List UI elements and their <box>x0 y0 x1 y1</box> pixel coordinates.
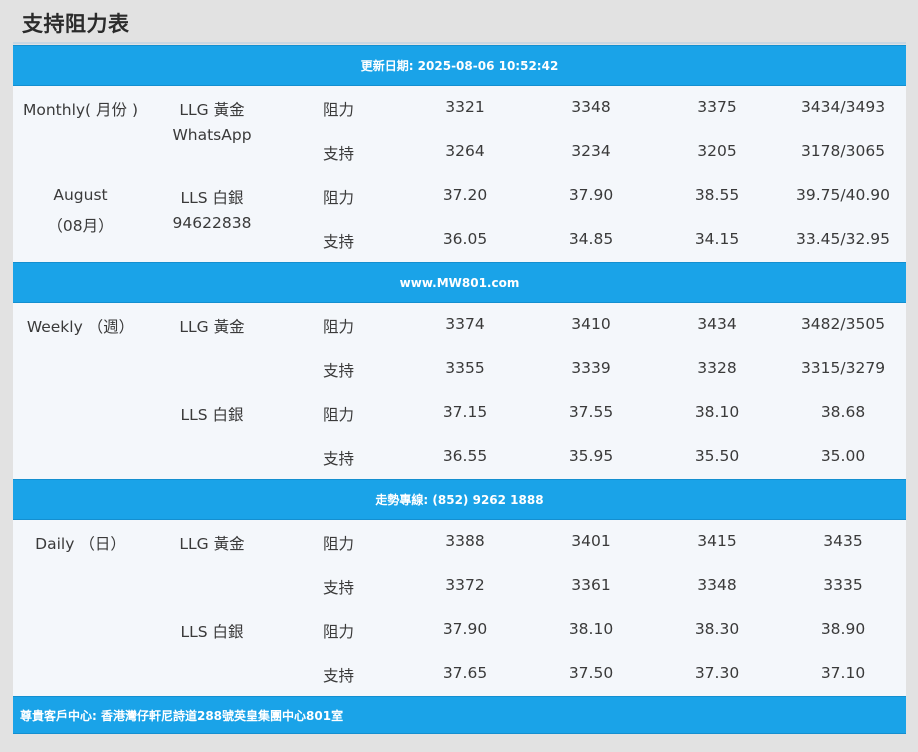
value-cell: 3372 <box>445 576 485 594</box>
row-type: 支持 <box>323 450 355 468</box>
value-cell: 3375 <box>697 98 737 116</box>
footer-address-bar: 尊貴客戶中心: 香港灣仔軒尼詩道288號英皇集團中心801室 <box>13 696 906 734</box>
hotline-bar: 走勢專線: (852) 9262 1888 <box>13 479 906 520</box>
row-type: 阻力 <box>323 535 355 553</box>
value-cell: 38.68 <box>820 403 866 421</box>
row-type: 阻力 <box>323 318 355 336</box>
period-label: Monthly( 月份 ) <box>22 101 138 119</box>
row-type: 阻力 <box>323 406 355 424</box>
value-cell: 3355 <box>445 359 485 377</box>
product-label: LLS 白銀 <box>180 189 244 207</box>
period-month-label: August <box>53 186 108 204</box>
title-divider <box>13 42 906 44</box>
row-type: 支持 <box>323 667 355 685</box>
value-cell: 3410 <box>571 315 611 333</box>
value-cell: 36.05 <box>442 230 488 248</box>
value-cell: 38.55 <box>694 186 740 204</box>
value-cell: 3205 <box>697 142 737 160</box>
daily-section: Daily （日） LLG 黃金 LLS 白銀 阻力 3388 3401 341… <box>13 520 906 696</box>
value-cell: 3321 <box>445 98 485 116</box>
value-cell: 35.00 <box>820 447 866 465</box>
value-cell: 37.50 <box>568 664 614 682</box>
value-cell: 38.90 <box>820 620 866 638</box>
whatsapp-number: 94622838 <box>172 214 252 232</box>
value-cell: 3234 <box>571 142 611 160</box>
value-cell: 39.75/40.90 <box>796 186 890 204</box>
monthly-section: Monthly( 月份 ) August （08月） LLG 黃金 WhatsA… <box>13 86 906 262</box>
value-cell: 3335 <box>823 576 863 594</box>
value-cell: 3264 <box>445 142 485 160</box>
value-cell: 3415 <box>697 532 737 550</box>
value-cell: 3328 <box>697 359 737 377</box>
product-label: LLS 白銀 <box>180 623 244 641</box>
value-cell: 34.85 <box>568 230 614 248</box>
value-cell: 38.10 <box>694 403 740 421</box>
value-cell: 3434/3493 <box>800 98 886 116</box>
value-cell: 33.45/32.95 <box>796 230 890 248</box>
period-month-sub-label: （08月） <box>47 217 114 235</box>
value-cell: 35.50 <box>694 447 740 465</box>
value-cell: 3178/3065 <box>800 142 886 160</box>
period-label: Daily （日） <box>35 535 126 553</box>
value-cell: 38.10 <box>568 620 614 638</box>
row-type: 阻力 <box>323 189 355 207</box>
support-resistance-table: 更新日期: 2025-08-06 10:52:42 Monthly( 月份 ) … <box>13 45 906 734</box>
value-cell: 37.65 <box>442 664 488 682</box>
value-cell: 3348 <box>697 576 737 594</box>
product-label: LLG 黃金 <box>179 318 245 336</box>
weekly-section: Weekly （週） LLG 黃金 LLS 白銀 阻力 3374 3410 34… <box>13 303 906 479</box>
row-type: 支持 <box>323 579 355 597</box>
page-title: 支持阻力表 <box>22 12 130 36</box>
row-type: 支持 <box>323 233 355 251</box>
value-cell: 3374 <box>445 315 485 333</box>
value-cell: 35.95 <box>568 447 614 465</box>
value-cell: 37.15 <box>442 403 488 421</box>
update-date-bar: 更新日期: 2025-08-06 10:52:42 <box>13 45 906 86</box>
value-cell: 3339 <box>571 359 611 377</box>
value-cell: 38.30 <box>694 620 740 638</box>
row-type: 支持 <box>323 145 355 163</box>
value-cell: 36.55 <box>442 447 488 465</box>
value-cell: 3315/3279 <box>800 359 886 377</box>
value-cell: 3435 <box>823 532 863 550</box>
value-cell: 3361 <box>571 576 611 594</box>
value-cell: 3482/3505 <box>800 315 886 333</box>
value-cell: 3348 <box>571 98 611 116</box>
row-type: 支持 <box>323 362 355 380</box>
value-cell: 34.15 <box>694 230 740 248</box>
product-label: LLS 白銀 <box>180 406 244 424</box>
value-cell: 37.10 <box>820 664 866 682</box>
product-label: LLG 黃金 <box>179 535 245 553</box>
period-label: Weekly （週） <box>26 318 135 336</box>
value-cell: 3388 <box>445 532 485 550</box>
value-cell: 37.55 <box>568 403 614 421</box>
value-cell: 3401 <box>571 532 611 550</box>
value-cell: 37.90 <box>442 620 488 638</box>
value-cell: 37.20 <box>442 186 488 204</box>
website-bar: www.MW801.com <box>13 262 906 303</box>
value-cell: 3434 <box>697 315 737 333</box>
row-type: 阻力 <box>323 101 355 119</box>
value-cell: 37.90 <box>568 186 614 204</box>
whatsapp-label: WhatsApp <box>172 126 252 144</box>
product-label: LLG 黃金 <box>179 101 245 119</box>
row-type: 阻力 <box>323 623 355 641</box>
value-cell: 37.30 <box>694 664 740 682</box>
